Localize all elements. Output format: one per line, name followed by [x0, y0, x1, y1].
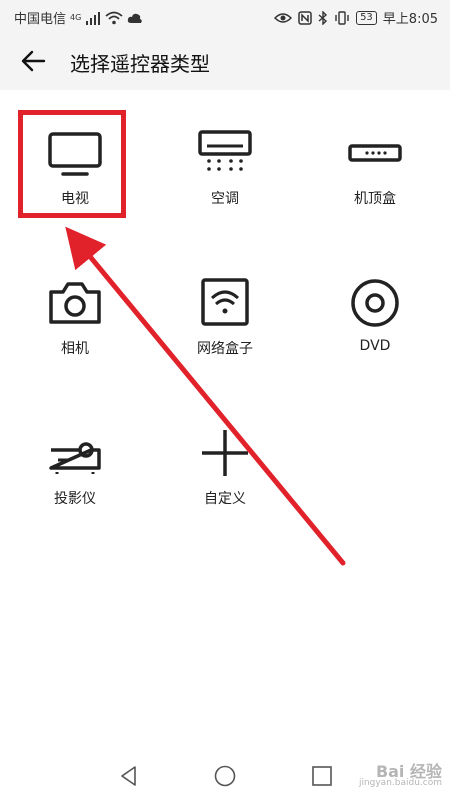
- nav-recents-icon[interactable]: [310, 764, 334, 788]
- bluetooth-icon: [318, 10, 328, 25]
- projector-icon: [49, 442, 101, 474]
- plus-icon: [202, 430, 248, 476]
- device-tile-camera[interactable]: 相机: [0, 240, 150, 390]
- device-label: 相机: [61, 341, 89, 357]
- wifi-icon: [105, 11, 123, 24]
- app-header: 选择遥控器类型: [0, 32, 450, 90]
- device-label: 自定义: [204, 491, 246, 507]
- disc-icon: [351, 279, 399, 327]
- page-title: 选择遥控器类型: [70, 52, 210, 76]
- set-top-box-icon: [348, 144, 402, 162]
- device-tile-air-conditioner[interactable]: 空调: [150, 90, 300, 240]
- device-label: 机顶盒: [354, 191, 396, 207]
- eye-icon: [274, 12, 293, 23]
- vibrate-icon: [335, 10, 349, 25]
- nav-home-icon[interactable]: [213, 764, 237, 788]
- arrow-left-icon[interactable]: [18, 46, 50, 76]
- camera-icon: [49, 282, 101, 324]
- watermark: Bai 经验 jingyan.baidu.com: [359, 758, 442, 788]
- signal-icon: [86, 11, 101, 25]
- device-label: 空调: [211, 191, 239, 207]
- device-tile-set-top-box[interactable]: 机顶盒: [300, 90, 450, 240]
- device-label: DVD: [359, 338, 391, 354]
- network-box-icon: [201, 278, 249, 326]
- device-tile-network-box[interactable]: 网络盒子: [150, 240, 300, 390]
- status-bar: 中国电信 4G 53 早上8:05: [0, 0, 450, 32]
- clock: 早上8:05: [382, 12, 438, 27]
- air-conditioner-icon: [198, 130, 252, 171]
- nfc-icon: [298, 10, 312, 25]
- carrier-label: 中国电信: [14, 12, 67, 27]
- network-type: 4G: [70, 13, 82, 22]
- nav-back-icon[interactable]: [117, 764, 141, 788]
- battery-indicator: 53: [356, 10, 377, 25]
- device-label: 网络盒子: [197, 341, 253, 357]
- watermark-url: jingyan.baidu.com: [358, 778, 442, 788]
- device-tile-projector[interactable]: 投影仪: [0, 390, 150, 540]
- device-tile-dvd[interactable]: DVD: [300, 240, 450, 390]
- cloud-icon: [128, 13, 143, 23]
- device-label: 投影仪: [54, 491, 96, 507]
- highlight-box: [18, 110, 126, 218]
- device-tile-custom[interactable]: 自定义: [150, 390, 300, 540]
